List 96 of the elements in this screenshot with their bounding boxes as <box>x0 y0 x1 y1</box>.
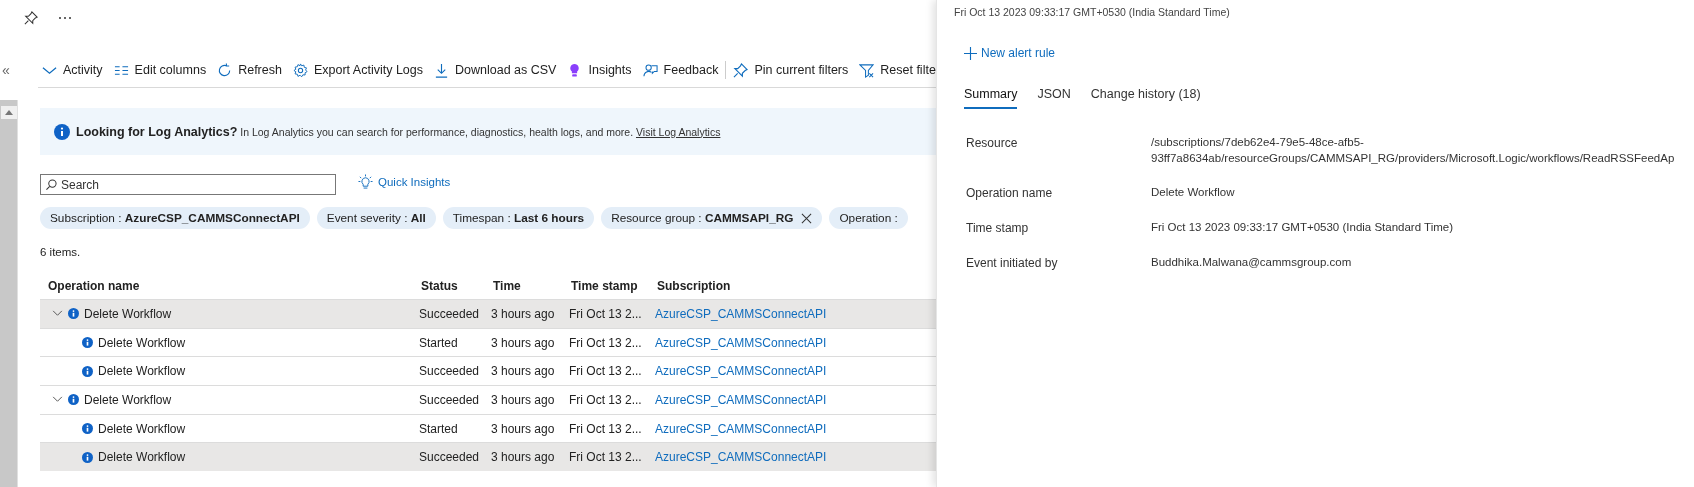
table-cell: Delete Workflow <box>98 421 186 436</box>
info-icon <box>54 123 70 140</box>
tab[interactable]: Summary <box>964 84 1018 109</box>
table-cell-text: Succeeded <box>418 364 481 379</box>
download-icon <box>434 62 449 78</box>
info-icon <box>82 365 93 377</box>
table-cell-text: Fri Oct 13 2... <box>568 335 643 350</box>
toolbar-button[interactable]: Refresh <box>213 60 286 80</box>
toolbar-button[interactable]: Edit columns <box>109 60 211 80</box>
lightbulb-icon <box>358 174 373 189</box>
table-row[interactable]: Delete Workflow Succeeded 3 hours ago Fri Oct 13 2... AzureCSP_CAMMSConnectAPI <box>40 356 936 386</box>
table-cell-text: Started <box>418 421 459 436</box>
table-cell-text: Succeeded <box>418 450 481 465</box>
table-cell-text: 3 hours ago <box>490 306 556 321</box>
table-row[interactable]: Delete Workflow Succeeded 3 hours ago Fri Oct 13 2... AzureCSP_CAMMSConnectAPI <box>40 385 936 414</box>
close-icon[interactable] <box>801 212 813 224</box>
table-cell: Delete Workflow <box>84 392 172 407</box>
subscription-link[interactable]: AzureCSP_CAMMSConnectAPI <box>655 421 827 436</box>
tab[interactable]: JSON <box>1037 84 1071 109</box>
table-cell-text: 3 hours ago <box>490 450 556 465</box>
table-cell-text: Succeeded <box>418 392 481 407</box>
toolbar-button[interactable]: Pin current filters <box>729 60 853 80</box>
scroll-up-icon[interactable] <box>0 106 17 119</box>
table-cell-text: 3 hours ago <box>490 392 556 407</box>
subscription-link[interactable]: AzureCSP_CAMMSConnectAPI <box>655 392 827 407</box>
table-cell-text: 3 hours ago <box>490 335 556 350</box>
new-alert-rule-button[interactable]: New alert rule <box>954 46 1066 60</box>
subscription-link[interactable]: AzureCSP_CAMMSConnectAPI <box>655 364 827 379</box>
toolbar-button[interactable]: Reset filte <box>855 60 936 80</box>
toolbar-button[interactable]: Insights <box>563 60 636 80</box>
table-cell-text: Started <box>418 335 459 350</box>
table-row[interactable]: Delete Workflow Succeeded 3 hours ago Fri Oct 13 2... AzureCSP_CAMMSConnectAPI <box>40 299 936 328</box>
column-header[interactable]: Time stamp <box>563 279 649 293</box>
info-icon <box>82 451 93 463</box>
info-icon <box>68 308 79 320</box>
column-header[interactable]: Status <box>413 279 485 293</box>
field-label: Operation name <box>966 185 1054 202</box>
search-field[interactable]: Search <box>40 174 336 195</box>
table-cell-text: Fri Oct 13 2... <box>568 450 643 465</box>
pin-icon <box>733 62 749 78</box>
field-label: Resource <box>966 135 1019 152</box>
filter-pill[interactable]: Subscription : AzureCSP_CAMMSConnectAPI <box>40 207 310 229</box>
chevron-down-icon[interactable] <box>52 396 63 404</box>
table-cell-text: Succeeded <box>418 306 481 321</box>
filter-pill[interactable]: Timespan : Last 6 hours <box>442 207 595 229</box>
scrollbar[interactable] <box>0 100 18 487</box>
column-header[interactable]: Time <box>485 279 563 293</box>
collapse-button[interactable]: « <box>0 62 18 100</box>
tab[interactable]: Change history (18) <box>1090 84 1201 109</box>
info-icon <box>68 394 79 406</box>
more-icon[interactable] <box>58 16 72 20</box>
info-icon <box>82 423 93 435</box>
chevron-down-icon[interactable] <box>52 310 63 318</box>
filter-clear-icon <box>859 62 875 78</box>
field-label: Event initiated by <box>966 255 1059 272</box>
table-row[interactable]: Delete Workflow Started 3 hours ago Fri Oct 13 2... AzureCSP_CAMMSConnectAPI <box>40 327 936 357</box>
table-cell-text: Fri Oct 13 2... <box>568 364 643 379</box>
table-cell: Delete Workflow <box>98 364 186 379</box>
column-header[interactable]: Subscription <box>649 279 936 293</box>
table-cell-text: Fri Oct 13 2... <box>568 421 643 436</box>
table-cell-text: 3 hours ago <box>490 364 556 379</box>
search-icon <box>46 179 57 190</box>
filter-pill[interactable]: Resource group : CAMMSAPI_RG <box>601 207 823 229</box>
subscription-link[interactable]: AzureCSP_CAMMSConnectAPI <box>655 335 827 350</box>
table-cell: Delete Workflow <box>84 306 172 321</box>
toolbar-button[interactable]: Activity <box>38 60 107 80</box>
subscription-link[interactable]: AzureCSP_CAMMSConnectAPI <box>655 450 827 465</box>
feedback-icon <box>642 62 658 78</box>
column-header[interactable]: Operation name <box>40 279 413 293</box>
table-cell-text: Fri Oct 13 2... <box>568 306 643 321</box>
table-cell-text: 3 hours ago <box>490 421 556 436</box>
table-cell: Delete Workflow <box>98 335 186 350</box>
field-value: Buddhika.Malwana@cammsgroup.com <box>1151 255 1353 271</box>
info-icon <box>82 337 93 349</box>
field-value: Delete Workflow <box>1151 185 1236 201</box>
field-value: Fri Oct 13 2023 09:33:17 GMT+0530 (India Standard Time) <box>1151 220 1455 236</box>
filter-pill[interactable]: Operation : <box>829 207 908 229</box>
field-value: /subscriptions/7deb62e4-79e5-48ce-afb5-93ff7a8634ab/resourceGroups/CAMMSAPI_RG/providers/Microsoft.Logic/workflows/ReadRSSFeedAp <box>1151 135 1676 166</box>
visit-log-analytics-link[interactable]: Visit Log Analytics <box>636 125 721 138</box>
pin-icon[interactable] <box>24 11 38 25</box>
gear-icon <box>292 62 308 78</box>
field-label: Time stamp <box>966 220 1030 237</box>
toolbar-button[interactable]: Feedback <box>638 60 723 80</box>
plus-icon <box>964 46 977 60</box>
table-cell-text: Fri Oct 13 2... <box>568 392 643 407</box>
toolbar-button[interactable]: Download as CSV <box>430 60 561 80</box>
refresh-icon <box>217 62 233 78</box>
table-cell: Delete Workflow <box>98 450 186 465</box>
table-row[interactable]: Delete Workflow Succeeded 3 hours ago Fri Oct 13 2... AzureCSP_CAMMSConnectAPI <box>40 442 936 472</box>
panel-subtitle: Fri Oct 13 2023 09:33:17 GMT+0530 (India Standard Time) <box>954 6 1230 18</box>
banner-message: Looking for Log Analytics? In Log Analytics you can search for performance, diagnostics, health logs, and more. Visit Log Analytics <box>76 124 721 139</box>
subscription-link[interactable]: AzureCSP_CAMMSConnectAPI <box>655 306 827 321</box>
toolbar-button[interactable]: Export Activity Logs <box>288 60 427 80</box>
filter-pill[interactable]: Event severity : All <box>316 207 436 229</box>
item-count: 6 items. <box>40 246 82 260</box>
quick-insights-link[interactable]: Quick Insights <box>358 174 451 189</box>
